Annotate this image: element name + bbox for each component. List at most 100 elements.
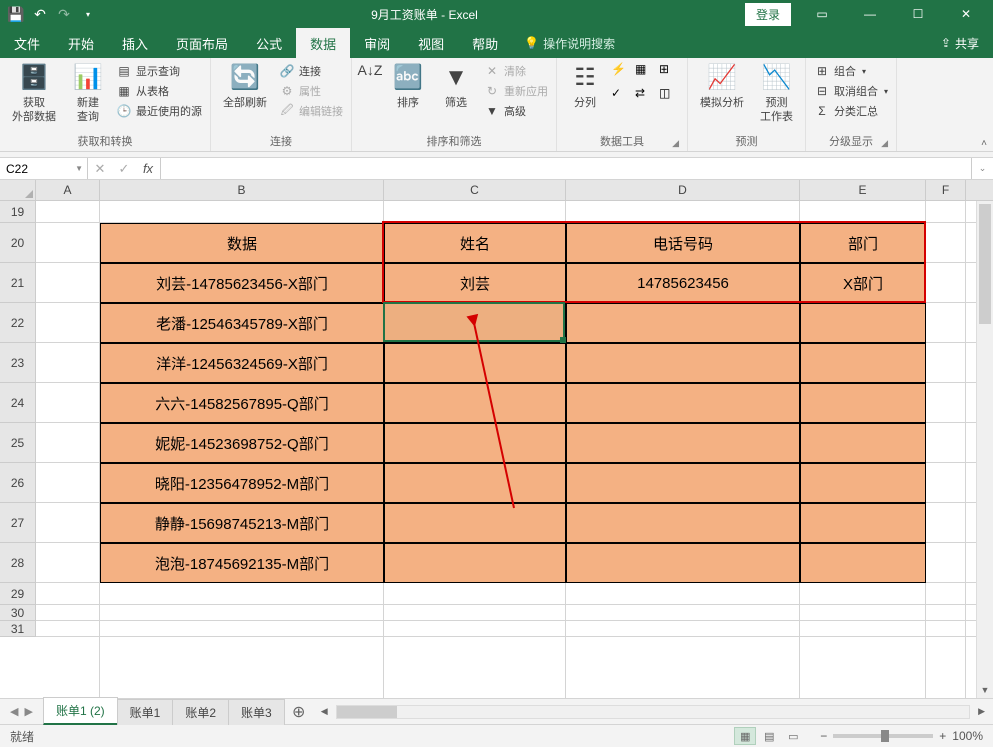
save-icon[interactable]: 💾: [8, 6, 24, 22]
table-cell[interactable]: 妮妮-14523698752-Q部门: [100, 423, 384, 463]
row-header-27[interactable]: 27: [0, 503, 35, 543]
table-cell[interactable]: [800, 343, 926, 383]
qat-customize-icon[interactable]: ▾: [80, 6, 96, 22]
remove-dup-icon[interactable]: ▦: [635, 62, 655, 82]
zoom-in-button[interactable]: +: [939, 729, 946, 743]
ungroup-button[interactable]: ⊟取消组合▾: [812, 82, 890, 100]
scroll-right-icon[interactable]: ▶: [974, 706, 989, 717]
sheet-tab-3[interactable]: 账单2: [172, 699, 229, 725]
table-header[interactable]: 数据: [100, 223, 384, 263]
table-cell[interactable]: [800, 383, 926, 423]
table-cell[interactable]: X部门: [800, 263, 926, 303]
table-header[interactable]: 姓名: [384, 223, 566, 263]
filter-button[interactable]: ▼ 筛选: [434, 60, 478, 112]
minimize-icon[interactable]: —: [847, 0, 893, 28]
normal-view-icon[interactable]: ▦: [734, 727, 756, 745]
table-cell[interactable]: [566, 423, 800, 463]
advanced-filter-button[interactable]: ▼高级: [482, 102, 550, 120]
whatif-button[interactable]: 📈 模拟分析: [694, 60, 750, 112]
tab-view[interactable]: 视图: [404, 28, 458, 58]
table-header[interactable]: 部门: [800, 223, 926, 263]
scroll-left-icon[interactable]: ◀: [317, 706, 332, 717]
table-cell[interactable]: 14785623456: [566, 263, 800, 303]
sort-button[interactable]: 🔤 排序: [386, 60, 430, 112]
get-external-data-button[interactable]: 🗄️ 获取 外部数据: [6, 60, 62, 127]
sheet-tab-1[interactable]: 账单1 (2): [43, 697, 118, 725]
new-query-button[interactable]: 📊 新建 查询: [66, 60, 110, 127]
recent-sources-button[interactable]: 🕒最近使用的源: [114, 102, 204, 120]
nav-next-icon[interactable]: ▶: [24, 705, 32, 718]
table-cell[interactable]: [384, 423, 566, 463]
relationships-icon[interactable]: ⇄: [635, 86, 655, 106]
tab-home[interactable]: 开始: [54, 28, 108, 58]
row-header-31[interactable]: 31: [0, 621, 35, 637]
chevron-down-icon[interactable]: ▼: [75, 164, 83, 173]
add-sheet-button[interactable]: ⊕: [285, 699, 313, 724]
text-to-columns-button[interactable]: ☷ 分列: [563, 60, 607, 112]
table-cell[interactable]: [566, 383, 800, 423]
col-header-F[interactable]: F: [926, 180, 966, 200]
row-header-24[interactable]: 24: [0, 383, 35, 423]
horizontal-scrollbar[interactable]: ◀ ▶: [313, 699, 993, 724]
page-layout-view-icon[interactable]: ▤: [758, 727, 780, 745]
scroll-down-icon[interactable]: ▼: [977, 681, 993, 698]
hscroll-track[interactable]: [336, 705, 970, 719]
table-cell[interactable]: [384, 463, 566, 503]
sort-asc-button[interactable]: A↓Z: [358, 60, 382, 82]
show-queries-button[interactable]: ▤显示查询: [114, 62, 204, 80]
table-cell[interactable]: [384, 303, 566, 343]
name-box[interactable]: C22 ▼: [0, 158, 88, 179]
table-cell[interactable]: 泡泡-18745692135-M部门: [100, 543, 384, 583]
scroll-thumb[interactable]: [337, 706, 397, 718]
grid[interactable]: ABCDEF 19202122232425262728293031 数据姓名电话…: [0, 180, 993, 698]
row-header-30[interactable]: 30: [0, 605, 35, 621]
row-header-28[interactable]: 28: [0, 543, 35, 583]
row-header-20[interactable]: 20: [0, 223, 35, 263]
col-header-E[interactable]: E: [800, 180, 926, 200]
table-cell[interactable]: [566, 503, 800, 543]
flash-fill-icon[interactable]: ⚡: [611, 62, 631, 82]
table-cell[interactable]: [566, 543, 800, 583]
redo-icon[interactable]: ↷: [56, 6, 72, 22]
row-header-29[interactable]: 29: [0, 583, 35, 605]
group-button[interactable]: ⊞组合▾: [812, 62, 890, 80]
tell-me[interactable]: 💡 操作说明搜索: [512, 28, 627, 58]
from-table-button[interactable]: ▦从表格: [114, 82, 204, 100]
table-cell[interactable]: [566, 463, 800, 503]
row-header-25[interactable]: 25: [0, 423, 35, 463]
table-cell[interactable]: 刘芸-14785623456-X部门: [100, 263, 384, 303]
share-button[interactable]: ⇪ 共享: [927, 28, 993, 58]
table-header[interactable]: 电话号码: [566, 223, 800, 263]
table-cell[interactable]: [800, 503, 926, 543]
zoom-level[interactable]: 100%: [952, 729, 983, 743]
ribbon-options-icon[interactable]: ▭: [799, 0, 845, 28]
maximize-icon[interactable]: ☐: [895, 0, 941, 28]
forecast-sheet-button[interactable]: 📉 预测 工作表: [754, 60, 799, 127]
table-cell[interactable]: 六六-14582567895-Q部门: [100, 383, 384, 423]
scroll-thumb[interactable]: [979, 204, 991, 324]
row-header-22[interactable]: 22: [0, 303, 35, 343]
close-icon[interactable]: ✕: [943, 0, 989, 28]
cells[interactable]: 数据姓名电话号码部门刘芸-14785623456-X部门刘芸1478562345…: [36, 201, 993, 698]
tab-layout[interactable]: 页面布局: [162, 28, 242, 58]
dialog-launcher-icon[interactable]: ◢: [881, 138, 888, 149]
row-header-23[interactable]: 23: [0, 343, 35, 383]
zoom-slider[interactable]: [833, 734, 933, 738]
connections-button[interactable]: 🔗连接: [277, 62, 345, 80]
table-cell[interactable]: 洋洋-12456324569-X部门: [100, 343, 384, 383]
table-cell[interactable]: [566, 343, 800, 383]
tab-review[interactable]: 审阅: [350, 28, 404, 58]
table-cell[interactable]: 刘芸: [384, 263, 566, 303]
data-validation-icon[interactable]: ✓: [611, 86, 631, 106]
sheet-tab-4[interactable]: 账单3: [228, 699, 285, 725]
sheet-tab-2[interactable]: 账单1: [117, 699, 174, 725]
table-cell[interactable]: [384, 503, 566, 543]
login-button[interactable]: 登录: [745, 3, 791, 26]
table-cell[interactable]: [800, 303, 926, 343]
dialog-launcher-icon[interactable]: ◢: [672, 138, 679, 149]
table-cell[interactable]: 晓阳-12356478952-M部门: [100, 463, 384, 503]
row-header-19[interactable]: 19: [0, 201, 35, 223]
sheet-nav[interactable]: ◀ ▶: [0, 699, 44, 724]
collapse-ribbon-icon[interactable]: ˄: [981, 138, 987, 149]
fx-icon[interactable]: fx: [136, 161, 160, 176]
